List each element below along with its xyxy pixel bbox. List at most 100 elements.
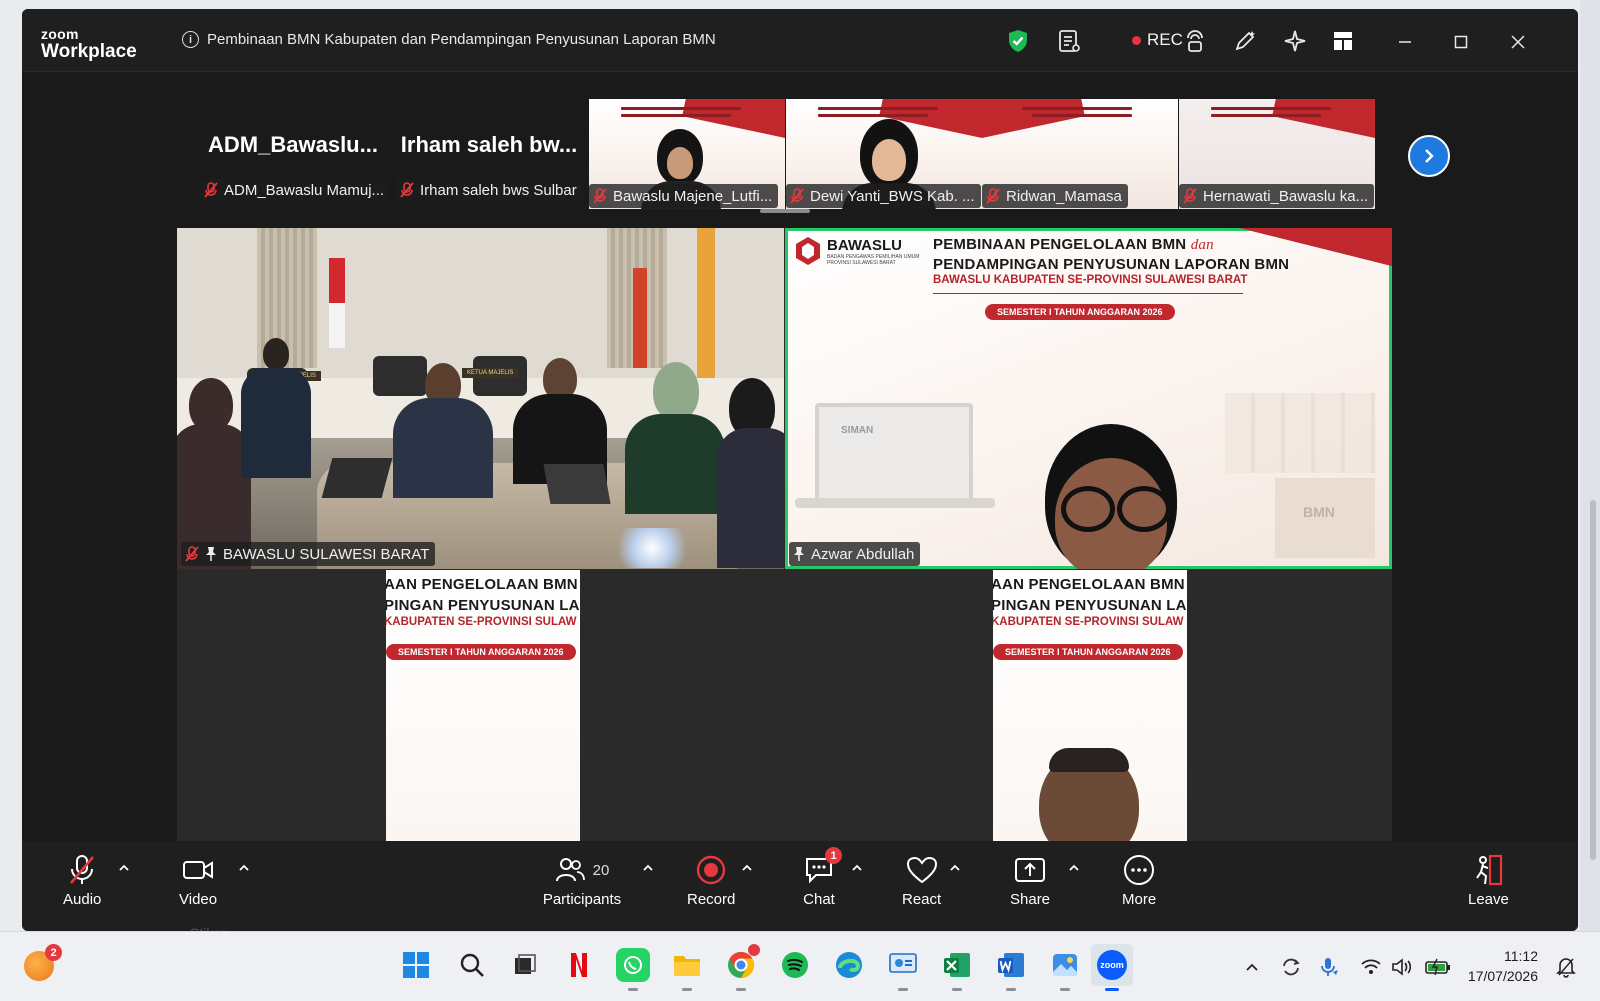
- participants-label: Participants: [542, 891, 622, 908]
- participant-tile[interactable]: ADM_Bawaslu... ADM_Bawaslu Mamuj...: [198, 92, 391, 202]
- slide-title-block: PEMBINAAN PENGELOLAAN BMN dan PENDAMPING…: [933, 236, 1289, 320]
- spotify-icon[interactable]: [778, 948, 812, 982]
- chair: [373, 356, 427, 396]
- participant-name-label: BAWASLU SULAWESI BARAT: [181, 542, 436, 566]
- microphone-in-use-icon[interactable]: [1318, 956, 1340, 978]
- live-transcript-icon[interactable]: [1182, 28, 1208, 54]
- participant-tile[interactable]: Irham saleh bw... Irham saleh bws Sulbar: [394, 92, 584, 202]
- slide-title-1: PEMBINAAN PENGELOLAAN BMN: [933, 236, 1187, 253]
- video-thumbnail[interactable]: Dewi Yanti_BWS Kab. ...: [786, 99, 982, 209]
- volume-icon[interactable]: [1391, 956, 1413, 978]
- info-icon[interactable]: i: [182, 31, 199, 48]
- share-button[interactable]: Share: [1010, 853, 1050, 908]
- participant-hair: [1049, 748, 1129, 772]
- slide-binders: [1225, 393, 1375, 473]
- leave-icon: [1471, 853, 1505, 887]
- slide-box-illustration: BMN: [1275, 478, 1375, 558]
- slide-subtitle: BAWASLU KABUPATEN SE-PROVINSI SULAWESI B…: [933, 274, 1248, 286]
- record-button[interactable]: Record: [687, 853, 735, 908]
- video-tile-cropped[interactable]: AAN PENGELOLAAN BMN da PINGAN PENYUSUNAN…: [386, 570, 580, 842]
- chevron-up-icon[interactable]: [740, 861, 754, 875]
- netflix-icon[interactable]: [562, 948, 596, 982]
- chevron-up-icon[interactable]: [850, 861, 864, 875]
- video-thumbnail[interactable]: Hernawati_Bawaslu ka...: [1179, 99, 1375, 209]
- participants-button[interactable]: 20 Participants: [542, 853, 622, 908]
- participant-name: Ridwan_Mamasa: [1006, 187, 1122, 205]
- maximize-icon[interactable]: [1448, 29, 1474, 55]
- video-tile-active-speaker[interactable]: BAWASLU BADAN PENGAWAS PEMILIHAN UMUM PR…: [785, 228, 1392, 569]
- rec-label: REC: [1147, 30, 1183, 49]
- ai-companion-icon[interactable]: [1282, 28, 1308, 54]
- sync-icon[interactable]: [1280, 956, 1302, 978]
- search-icon[interactable]: [455, 948, 489, 982]
- start-windows-icon[interactable]: [399, 948, 433, 982]
- participant-name: ADM_Bawaslu Mamuj...: [224, 181, 385, 199]
- laptop-text: SIMAN: [841, 425, 874, 436]
- chevron-up-icon[interactable]: [117, 861, 131, 875]
- participant-face: [667, 147, 693, 179]
- participant-name-label: ADM_Bawaslu Mamuj...: [200, 178, 391, 202]
- file-explorer-icon[interactable]: [670, 948, 704, 991]
- chevron-up-icon[interactable]: [641, 861, 655, 875]
- leave-button[interactable]: Leave: [1468, 853, 1509, 908]
- video-thumbnail[interactable]: Bawaslu Majene_Lutfi...: [589, 99, 785, 209]
- chevron-up-icon[interactable]: [948, 861, 962, 875]
- running-indicator: [628, 988, 638, 991]
- excel-icon[interactable]: [940, 948, 974, 991]
- slide-title-line: [818, 107, 938, 110]
- background-scrollbar: [1590, 500, 1596, 860]
- camera-icon: [181, 853, 215, 887]
- widgets-icon[interactable]: 2: [24, 944, 62, 981]
- slide-title-line: [1032, 114, 1132, 117]
- task-view-icon[interactable]: [508, 948, 542, 982]
- word-icon[interactable]: [994, 948, 1028, 991]
- heart-icon: [905, 853, 939, 887]
- chrome-icon[interactable]: [724, 944, 760, 991]
- react-button[interactable]: React: [902, 853, 941, 908]
- next-page-button[interactable]: [1408, 135, 1450, 177]
- close-icon[interactable]: [1505, 29, 1531, 55]
- chevron-up-icon[interactable]: [1241, 956, 1263, 978]
- minimize-icon[interactable]: [1392, 29, 1418, 55]
- audio-button[interactable]: Audio: [63, 853, 101, 908]
- chevron-up-icon[interactable]: [237, 861, 251, 875]
- video-tile-room[interactable]: ANGGOTA MAJELIS KETUA MAJELIS BAWASLU SU…: [177, 228, 784, 569]
- gallery-view: ANGGOTA MAJELIS KETUA MAJELIS BAWASLU SU…: [177, 228, 1392, 842]
- video-button[interactable]: Video: [179, 853, 217, 908]
- participant-strip: ADM_Bawaslu... ADM_Bawaslu Mamuj... Irha…: [22, 72, 1578, 214]
- strip-resize-handle[interactable]: [760, 209, 810, 213]
- edge-icon[interactable]: [832, 948, 866, 982]
- mic-muted-icon: [65, 853, 99, 887]
- security-shield-icon[interactable]: [1005, 28, 1031, 54]
- participant-name-label: Hernawati_Bawaslu ka...: [1179, 184, 1375, 208]
- running-indicator: [682, 988, 692, 991]
- zoom-app-icon[interactable]: zoom: [1091, 944, 1133, 991]
- crop-line-2: PINGAN PENYUSUNAN LAPOR: [386, 597, 580, 614]
- pin-icon: [794, 547, 804, 561]
- chat-button[interactable]: 1 Chat: [802, 847, 842, 908]
- whatsapp-icon[interactable]: [616, 948, 650, 991]
- recording-indicator[interactable]: REC: [1132, 30, 1183, 50]
- bawaslu-logo: BAWASLU BADAN PENGAWAS PEMILIHAN UMUM PR…: [795, 236, 919, 266]
- participant-name: Bawaslu Majene_Lutfi...: [613, 187, 773, 205]
- whiteboard-pen-icon[interactable]: [1232, 28, 1258, 54]
- notes-icon[interactable]: [1056, 28, 1082, 54]
- video-thumbnail[interactable]: Ridwan_Mamasa: [982, 99, 1178, 209]
- more-button[interactable]: More: [1122, 853, 1156, 908]
- view-grid-icon[interactable]: [1330, 28, 1356, 54]
- notification-bell-icon[interactable]: [1555, 956, 1577, 978]
- participant-name-label: Dewi Yanti_BWS Kab. ...: [786, 184, 981, 208]
- presentation-app-icon[interactable]: [886, 948, 920, 991]
- meeting-title: Pembinaan BMN Kabupaten dan Pendampingan…: [207, 31, 716, 48]
- photos-icon[interactable]: [1048, 948, 1082, 991]
- meeting-info[interactable]: i Pembinaan BMN Kabupaten dan Pendamping…: [182, 31, 716, 48]
- pin-icon: [206, 547, 216, 561]
- chevron-right-icon: [1425, 149, 1434, 163]
- video-tile-cropped[interactable]: AAN PENGELOLAAN BMN da PINGAN PENYUSUNAN…: [993, 570, 1187, 842]
- semester-pill: SEMESTER I TAHUN ANGGARAN 2026: [993, 644, 1183, 660]
- wifi-icon[interactable]: [1360, 956, 1382, 978]
- system-clock[interactable]: 11:12 17/07/2026: [1442, 946, 1538, 986]
- chevron-up-icon[interactable]: [1067, 861, 1081, 875]
- crop-slide-text: AAN PENGELOLAAN BMN da PINGAN PENYUSUNAN…: [386, 576, 580, 660]
- attendee-body: [393, 398, 493, 498]
